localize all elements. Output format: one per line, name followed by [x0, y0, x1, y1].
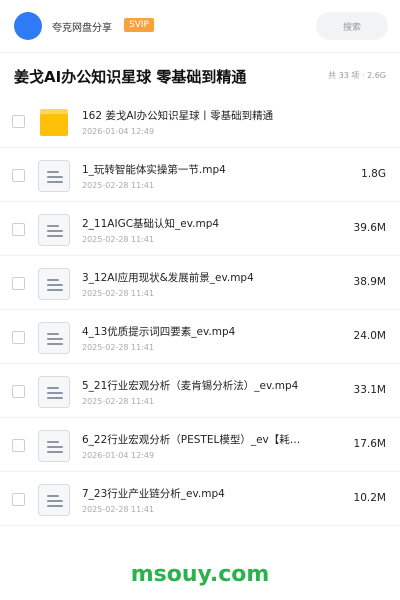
row-checkbox[interactable]	[12, 439, 25, 452]
top-bar: 夸克网盘分享 SVIP 搜索	[0, 0, 400, 52]
file-row[interactable]: 1_玩转智能体实操第一节.mp4 2025-02-28 11:41 1.8G	[0, 148, 400, 202]
row-checkbox[interactable]	[12, 169, 25, 182]
file-date: 2026-01-04 12:49	[82, 127, 155, 136]
avatar[interactable]	[14, 12, 42, 40]
file-date: 2025-02-28 11:41	[82, 343, 155, 352]
file-size: 1.8G	[361, 168, 386, 180]
row-checkbox[interactable]	[12, 277, 25, 290]
file-row[interactable]: 5_21行业宏观分析（麦肯锡分析法）_ev.mp4 2025-02-28 11:…	[0, 364, 400, 418]
file-name: 2_11AIGC基础认知_ev.mp4	[82, 218, 220, 230]
file-row[interactable]: 3_12AI应用现状&发展前景_ev.mp4 2025-02-28 11:41 …	[0, 256, 400, 310]
watermark: msouy.com	[130, 562, 270, 587]
file-row[interactable]: 4_13优质提示词四要素_ev.mp4 2025-02-28 11:41 24.…	[0, 310, 400, 364]
file-date: 2025-02-28 11:41	[82, 181, 155, 190]
document-icon	[38, 268, 70, 300]
file-name: 3_12AI应用现状&发展前景_ev.mp4	[82, 272, 254, 284]
document-icon	[38, 214, 70, 246]
file-row[interactable]: 7_23行业产业链分析_ev.mp4 2025-02-28 11:41 10.2…	[0, 472, 400, 526]
file-size: 39.6M	[353, 222, 386, 234]
file-row[interactable]: 2_11AIGC基础认知_ev.mp4 2025-02-28 11:41 39.…	[0, 202, 400, 256]
document-icon	[38, 322, 70, 354]
file-date: 2025-02-28 11:41	[82, 235, 155, 244]
title-row: 姜戈AI办公知识星球 零基础到精通 共 33 项 · 2.6G	[0, 56, 400, 96]
document-icon	[38, 484, 70, 516]
file-row[interactable]: 162 姜戈AI办公知识星球丨零基础到精通 2026-01-04 12:49	[0, 94, 400, 148]
app-name: 夸克网盘分享	[52, 23, 112, 34]
row-checkbox[interactable]	[12, 223, 25, 236]
row-checkbox[interactable]	[12, 385, 25, 398]
row-checkbox[interactable]	[12, 493, 25, 506]
file-size: 38.9M	[353, 276, 386, 288]
file-date: 2025-02-28 11:41	[82, 397, 155, 406]
file-name: 5_21行业宏观分析（麦肯锡分析法）_ev.mp4	[82, 380, 299, 392]
file-date: 2025-02-28 11:41	[82, 505, 155, 514]
document-icon	[38, 376, 70, 408]
file-size: 10.2M	[353, 492, 386, 504]
search-button[interactable]: 搜索	[316, 12, 388, 40]
file-size: 33.1M	[353, 384, 386, 396]
file-name: 7_23行业产业链分析_ev.mp4	[82, 488, 225, 500]
folder-icon	[38, 106, 70, 138]
document-icon	[38, 160, 70, 192]
file-name: 6_22行业宏观分析（PESTEL模型）_ev【耗…	[82, 434, 301, 446]
row-checkbox[interactable]	[12, 331, 25, 344]
document-icon	[38, 430, 70, 462]
file-name: 162 姜戈AI办公知识星球丨零基础到精通	[82, 110, 274, 122]
file-size: 24.0M	[353, 330, 386, 342]
row-checkbox[interactable]	[12, 115, 25, 128]
file-name: 4_13优质提示词四要素_ev.mp4	[82, 326, 236, 338]
file-date: 2025-02-28 11:41	[82, 289, 155, 298]
file-row[interactable]: 6_22行业宏观分析（PESTEL模型）_ev【耗… 2026-01-04 12…	[0, 418, 400, 472]
svip-badge: SVIP	[124, 18, 154, 32]
page-title: 姜戈AI办公知识星球 零基础到精通	[14, 68, 247, 86]
header-divider	[0, 52, 400, 53]
file-name: 1_玩转智能体实操第一节.mp4	[82, 164, 226, 176]
file-list: 162 姜戈AI办公知识星球丨零基础到精通 2026-01-04 12:49 1…	[0, 94, 400, 526]
share-summary: 共 33 项 · 2.6G	[328, 71, 386, 80]
file-date: 2026-01-04 12:49	[82, 451, 155, 460]
file-size: 17.6M	[353, 438, 386, 450]
